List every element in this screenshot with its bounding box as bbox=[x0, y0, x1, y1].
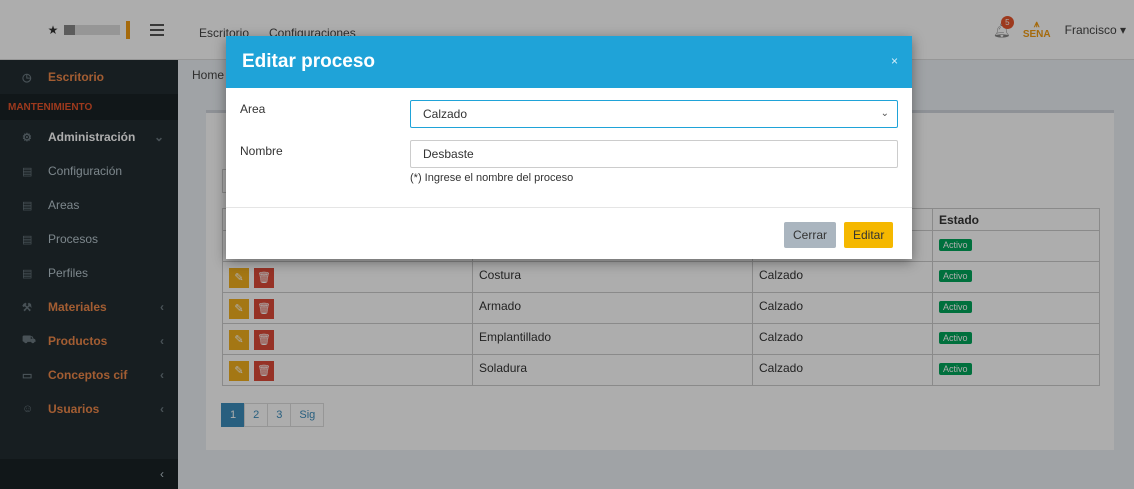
cerrar-button[interactable]: Cerrar bbox=[784, 222, 837, 248]
chevron-down-icon: ⌄ bbox=[880, 108, 889, 119]
modal-header: Editar proceso × bbox=[226, 36, 912, 88]
nombre-label: Nombre bbox=[240, 144, 283, 158]
edit-process-modal: Editar proceso × Area Calzado ⌄ Nombre D… bbox=[226, 36, 912, 259]
nombre-input[interactable]: Desbaste bbox=[410, 140, 898, 168]
nombre-hint: (*) Ingrese el nombre del proceso bbox=[410, 172, 574, 184]
area-select[interactable]: Calzado ⌄ bbox=[410, 100, 898, 128]
modal-footer: Cerrar Editar bbox=[226, 208, 912, 259]
modal-title: Editar proceso bbox=[242, 51, 376, 72]
editar-button[interactable]: Editar bbox=[844, 222, 894, 248]
modal-body: Area Calzado ⌄ Nombre Desbaste (*) Ingre… bbox=[226, 88, 912, 208]
area-label: Area bbox=[240, 102, 266, 116]
close-icon[interactable]: × bbox=[891, 54, 898, 68]
area-select-value: Calzado bbox=[423, 107, 468, 121]
